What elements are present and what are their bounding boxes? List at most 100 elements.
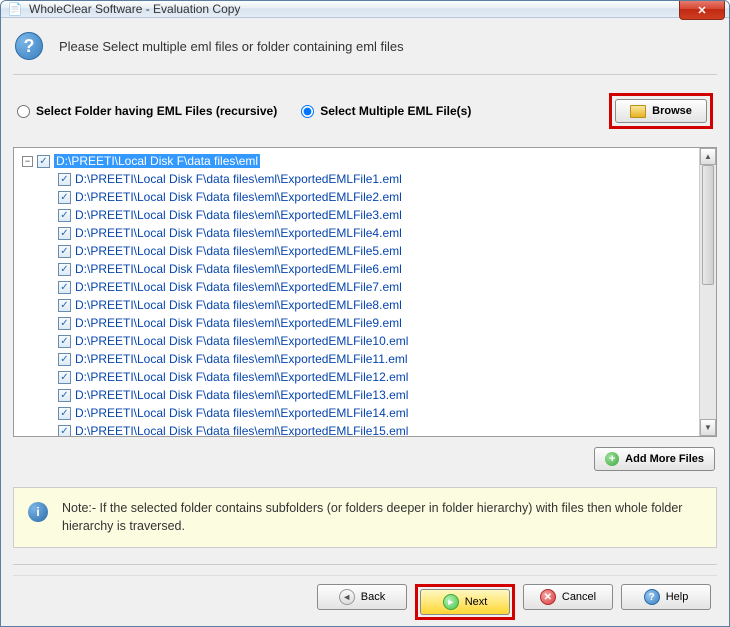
help-button[interactable]: ? Help — [621, 584, 711, 610]
window-title: WholeClear Software - Evaluation Copy — [29, 2, 723, 16]
app-icon: 📄 — [7, 1, 23, 17]
tree-item-label: D:\PREETI\Local Disk F\data files\eml\Ex… — [75, 298, 402, 312]
tree-item-label: D:\PREETI\Local Disk F\data files\eml\Ex… — [75, 244, 402, 258]
tree-item[interactable]: ✓ D:\PREETI\Local Disk F\data files\eml\E… — [16, 188, 697, 206]
next-label: Next — [465, 596, 488, 608]
tree-item-label: D:\PREETI\Local Disk F\data files\eml\Ex… — [75, 208, 402, 222]
tree-item-label: D:\PREETI\Local Disk F\data files\eml\Ex… — [75, 370, 408, 384]
help-icon: ? — [644, 589, 660, 605]
tree-item[interactable]: ✓ D:\PREETI\Local Disk F\data files\eml\E… — [16, 314, 697, 332]
app-window: 📄 WholeClear Software - Evaluation Copy … — [0, 0, 730, 627]
question-icon: ? — [15, 32, 43, 60]
tree-item[interactable]: ✓ D:\PREETI\Local Disk F\data files\eml\E… — [16, 224, 697, 242]
radio-multiple-input[interactable] — [301, 105, 314, 118]
help-label: Help — [666, 591, 689, 603]
tree-root-label: D:\PREETI\Local Disk F\data files\eml — [54, 154, 260, 168]
checkbox-item[interactable]: ✓ — [58, 353, 71, 366]
checkbox-item[interactable]: ✓ — [58, 245, 71, 258]
plus-icon: + — [605, 452, 619, 466]
tree-item-label: D:\PREETI\Local Disk F\data files\eml\Ex… — [75, 262, 402, 276]
radio-select-folder[interactable]: Select Folder having EML Files (recursiv… — [17, 104, 277, 118]
file-tree-panel: − ✓ D:\PREETI\Local Disk F\data files\em… — [13, 147, 717, 437]
tree-item-label: D:\PREETI\Local Disk F\data files\eml\Ex… — [75, 280, 402, 294]
collapse-icon[interactable]: − — [22, 156, 33, 167]
tree-item[interactable]: ✓ D:\PREETI\Local Disk F\data files\eml\E… — [16, 332, 697, 350]
checkbox-item[interactable]: ✓ — [58, 425, 71, 437]
divider — [13, 74, 717, 75]
checkbox-item[interactable]: ✓ — [58, 209, 71, 222]
scroll-track[interactable] — [700, 165, 716, 419]
close-button[interactable]: ✕ — [679, 0, 725, 20]
titlebar: 📄 WholeClear Software - Evaluation Copy … — [1, 1, 729, 18]
tree-item[interactable]: ✓ D:\PREETI\Local Disk F\data files\eml\E… — [16, 368, 697, 386]
info-icon: i — [28, 502, 48, 522]
tree-item[interactable]: ✓ D:\PREETI\Local Disk F\data files\eml\E… — [16, 206, 697, 224]
cancel-label: Cancel — [562, 591, 596, 603]
tree-item[interactable]: ✓ D:\PREETI\Local Disk F\data files\eml\E… — [16, 242, 697, 260]
tree-item-label: D:\PREETI\Local Disk F\data files\eml\Ex… — [75, 172, 402, 186]
radio-folder-input[interactable] — [17, 105, 30, 118]
radio-folder-label: Select Folder having EML Files (recursiv… — [36, 104, 277, 118]
checkbox-item[interactable]: ✓ — [58, 191, 71, 204]
tree-item-label: D:\PREETI\Local Disk F\data files\eml\Ex… — [75, 388, 408, 402]
next-button[interactable]: ► Next — [420, 589, 510, 615]
tree-item-label: D:\PREETI\Local Disk F\data files\eml\Ex… — [75, 190, 402, 204]
instruction-row: ? Please Select multiple eml files or fo… — [13, 28, 717, 64]
checkbox-item[interactable]: ✓ — [58, 389, 71, 402]
tree-item[interactable]: ✓ D:\PREETI\Local Disk F\data files\eml\E… — [16, 296, 697, 314]
scroll-up-button[interactable]: ▲ — [700, 148, 716, 165]
tree-item[interactable]: ✓ D:\PREETI\Local Disk F\data files\eml\E… — [16, 386, 697, 404]
radio-select-multiple[interactable]: Select Multiple EML File(s) — [301, 104, 471, 118]
close-icon: ✕ — [697, 4, 706, 17]
tree-root[interactable]: − ✓ D:\PREETI\Local Disk F\data files\em… — [16, 152, 697, 170]
checkbox-item[interactable]: ✓ — [58, 299, 71, 312]
back-label: Back — [361, 591, 385, 603]
back-arrow-icon: ◄ — [339, 589, 355, 605]
add-more-files-button[interactable]: + Add More Files — [594, 447, 715, 471]
checkbox-item[interactable]: ✓ — [58, 371, 71, 384]
add-more-label: Add More Files — [625, 453, 704, 465]
checkbox-item[interactable]: ✓ — [58, 263, 71, 276]
tree-item-label: D:\PREETI\Local Disk F\data files\eml\Ex… — [75, 424, 408, 436]
scrollbar[interactable]: ▲ ▼ — [699, 148, 716, 436]
tree-item-label: D:\PREETI\Local Disk F\data files\eml\Ex… — [75, 226, 402, 240]
next-highlight-box: ► Next — [415, 584, 515, 620]
note-box: i Note:- If the selected folder contains… — [13, 487, 717, 548]
option-row: Select Folder having EML Files (recursiv… — [13, 85, 717, 137]
content-area: ? Please Select multiple eml files or fo… — [1, 18, 729, 627]
browse-label: Browse — [652, 105, 692, 117]
scroll-thumb[interactable] — [702, 165, 714, 285]
browse-highlight-box: Browse — [609, 93, 713, 129]
cancel-icon: ✕ — [540, 589, 556, 605]
checkbox-item[interactable]: ✓ — [58, 335, 71, 348]
tree-item[interactable]: ✓ D:\PREETI\Local Disk F\data files\eml\E… — [16, 278, 697, 296]
checkbox-item[interactable]: ✓ — [58, 173, 71, 186]
next-arrow-icon: ► — [443, 594, 459, 610]
folder-icon — [630, 105, 646, 118]
button-bar: ◄ Back ► Next ✕ Cancel ? Help — [13, 575, 717, 626]
checkbox-item[interactable]: ✓ — [58, 317, 71, 330]
add-more-row: + Add More Files — [13, 447, 717, 471]
cancel-button[interactable]: ✕ Cancel — [523, 584, 613, 610]
file-tree: − ✓ D:\PREETI\Local Disk F\data files\em… — [14, 148, 699, 436]
back-button[interactable]: ◄ Back — [317, 584, 407, 610]
tree-item-label: D:\PREETI\Local Disk F\data files\eml\Ex… — [75, 334, 408, 348]
tree-item-label: D:\PREETI\Local Disk F\data files\eml\Ex… — [75, 352, 408, 366]
checkbox-item[interactable]: ✓ — [58, 281, 71, 294]
radio-multiple-label: Select Multiple EML File(s) — [320, 104, 471, 118]
note-text: Note:- If the selected folder contains s… — [62, 500, 702, 535]
tree-item[interactable]: ✓ D:\PREETI\Local Disk F\data files\eml\E… — [16, 404, 697, 422]
checkbox-item[interactable]: ✓ — [58, 407, 71, 420]
scroll-down-button[interactable]: ▼ — [700, 419, 716, 436]
browse-button[interactable]: Browse — [615, 99, 707, 123]
divider-bottom — [13, 564, 717, 565]
checkbox-root[interactable]: ✓ — [37, 155, 50, 168]
instruction-text: Please Select multiple eml files or fold… — [59, 39, 404, 54]
tree-item[interactable]: ✓ D:\PREETI\Local Disk F\data files\eml\E… — [16, 260, 697, 278]
checkbox-item[interactable]: ✓ — [58, 227, 71, 240]
tree-item-label: D:\PREETI\Local Disk F\data files\eml\Ex… — [75, 406, 408, 420]
tree-item[interactable]: ✓ D:\PREETI\Local Disk F\data files\eml\E… — [16, 170, 697, 188]
tree-item-label: D:\PREETI\Local Disk F\data files\eml\Ex… — [75, 316, 402, 330]
tree-item[interactable]: ✓ D:\PREETI\Local Disk F\data files\eml\E… — [16, 422, 697, 436]
tree-item[interactable]: ✓ D:\PREETI\Local Disk F\data files\eml\E… — [16, 350, 697, 368]
